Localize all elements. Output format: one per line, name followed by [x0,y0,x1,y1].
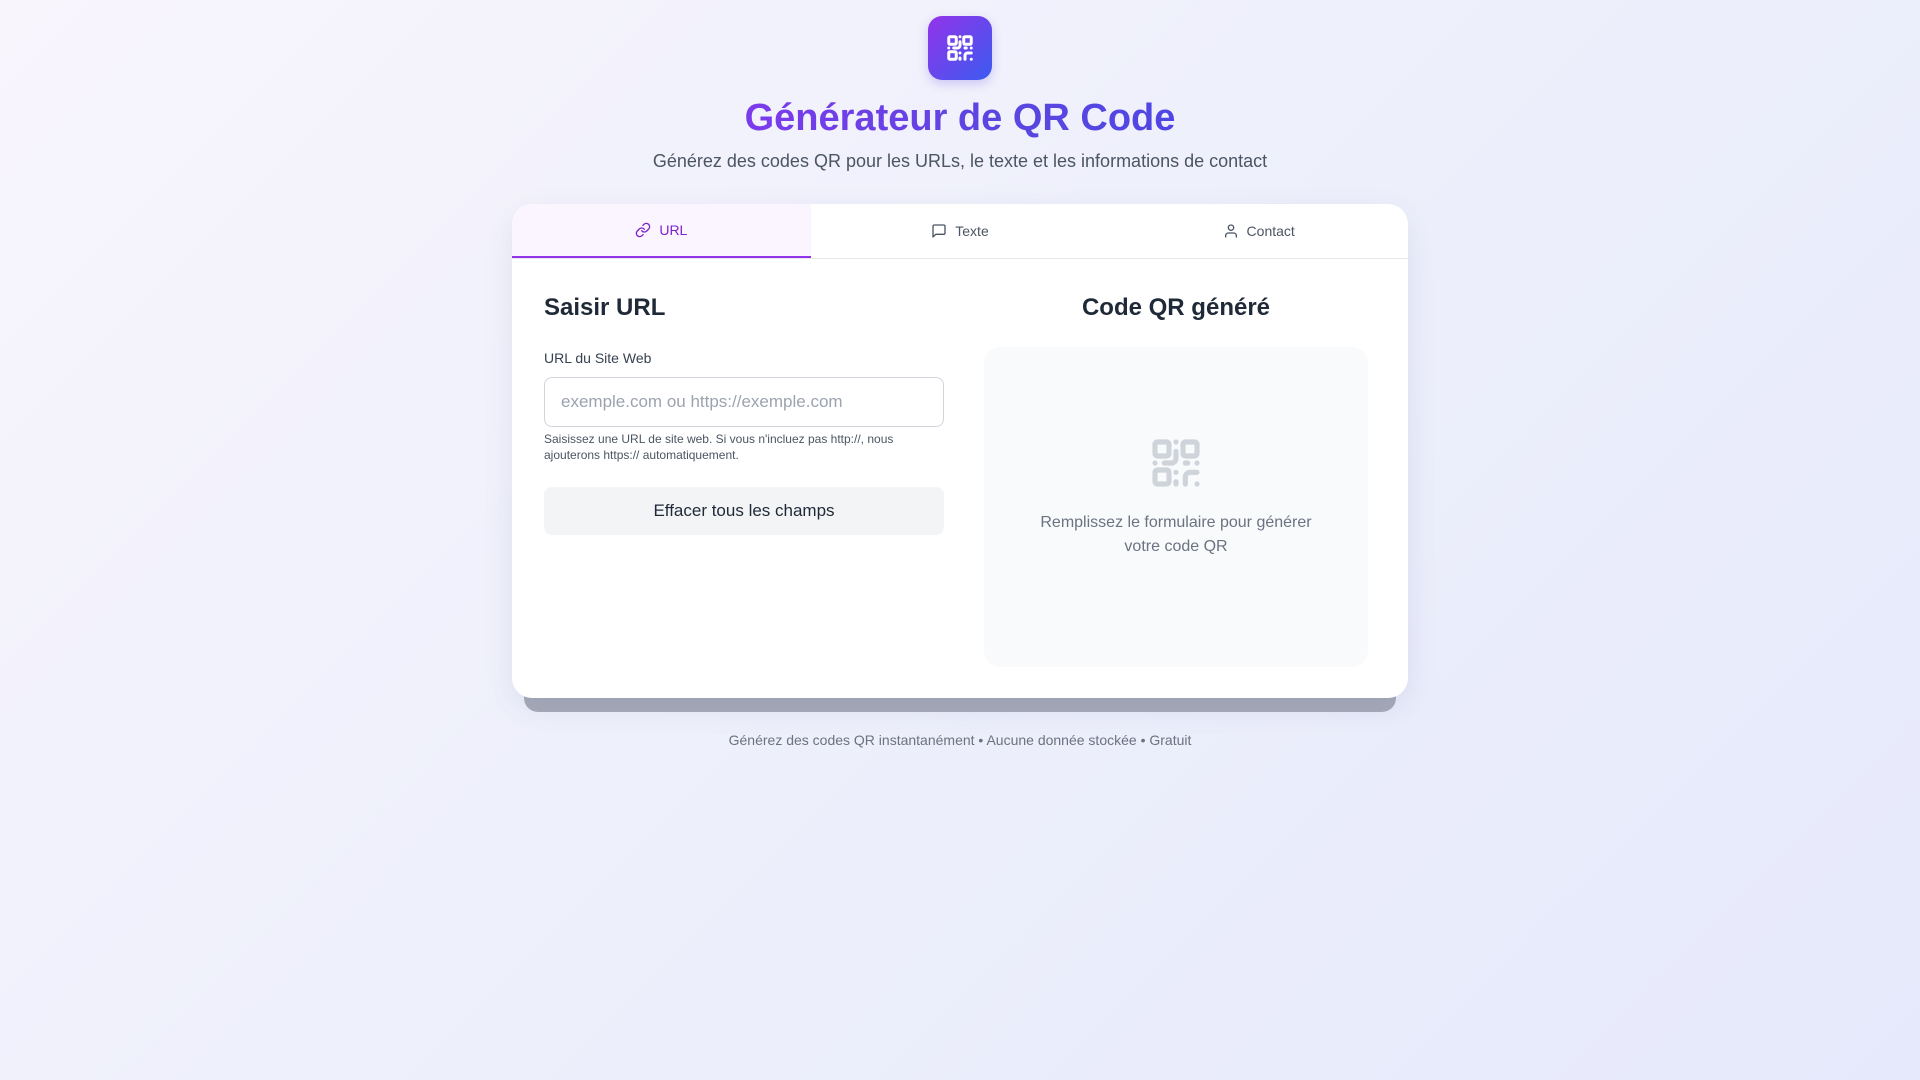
tab-contact[interactable]: Contact [1109,204,1408,258]
qr-code-icon [947,35,973,61]
tab-texte[interactable]: Texte [811,204,1110,258]
page-footer: Générez des codes QR instantanément • Au… [728,732,1192,748]
tab-texte-label: Texte [955,223,989,239]
page-title: Générateur de QR Code [744,97,1176,139]
tab-contact-label: Contact [1246,223,1295,239]
generator-card: URL Texte Contact Saisir URL URL du Site… [512,204,1408,698]
clear-all-button[interactable]: Effacer tous les champs [544,487,944,535]
user-icon [1224,224,1237,238]
app-logo [928,16,992,80]
qr-code-icon [1152,439,1200,487]
qr-preview-box: Remplissez le formulaire pour générer vo… [984,347,1368,667]
url-hint: Saisissez une URL de site web. Si vous n… [544,432,894,462]
url-field-label: URL du Site Web [544,350,652,366]
tab-url[interactable]: URL [512,204,811,258]
tab-url-label: URL [659,222,688,238]
message-square-icon [932,224,946,238]
page-header: Générateur de QR Code Générez des codes … [0,16,1920,173]
qr-result-panel: Code QR généré Remplissez le formulaire … [984,293,1368,667]
url-input[interactable] [544,377,944,427]
card-content: Saisir URL URL du Site Web Saisissez une… [512,259,1408,667]
form-title: Saisir URL [544,294,666,321]
tab-bar: URL Texte Contact [512,204,1408,259]
page-subtitle: Générez des codes QR pour les URLs, le t… [652,151,1268,171]
result-title: Code QR généré [1081,294,1271,321]
url-form: Saisir URL URL du Site Web Saisissez une… [544,293,944,667]
link-icon [636,222,651,238]
qr-empty-message: Remplissez le formulaire pour générer vo… [1040,514,1312,555]
